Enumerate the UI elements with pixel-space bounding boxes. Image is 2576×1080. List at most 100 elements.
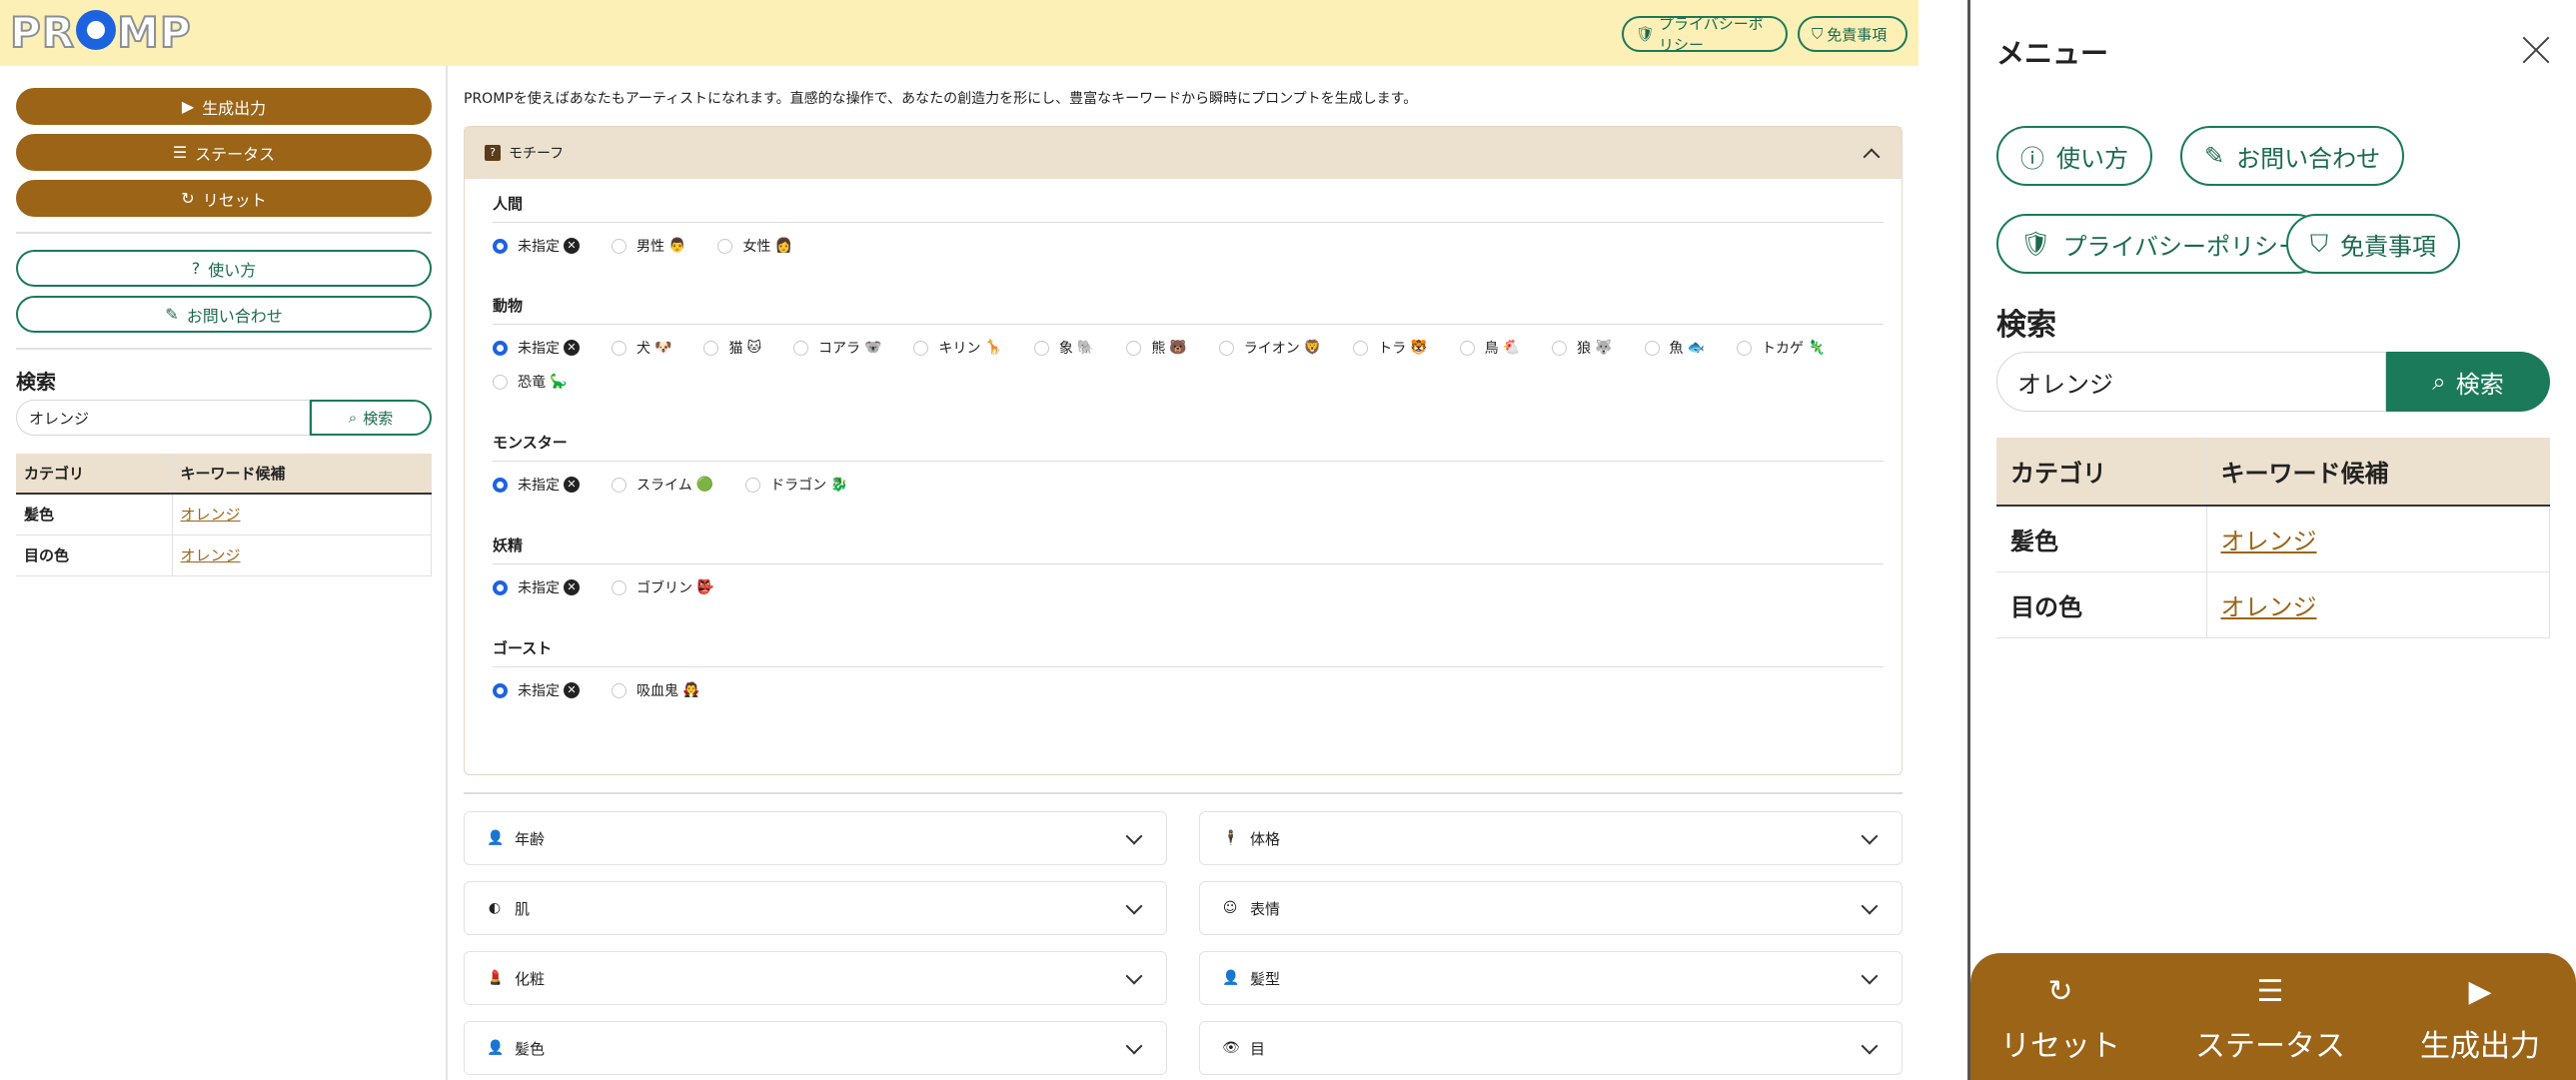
radio-option[interactable]: 猫 🐱 xyxy=(703,337,761,359)
option-label: 未指定 xyxy=(518,580,560,596)
radio-option[interactable]: 犬 🐶 xyxy=(612,337,671,359)
logo[interactable]: PR MP xyxy=(9,7,192,58)
search-input[interactable]: オレンジ xyxy=(16,400,310,436)
radio-option[interactable]: ドラゴン 🐉 xyxy=(745,474,848,496)
radio-button[interactable] xyxy=(493,682,508,698)
radio-option[interactable]: スライム 🟢 xyxy=(612,474,713,496)
radio-option[interactable]: 未指定 ✕ xyxy=(493,474,580,496)
radio-option[interactable]: 未指定 ✕ xyxy=(493,679,580,701)
chevron-down-icon xyxy=(1861,827,1879,845)
radio-button[interactable] xyxy=(745,477,761,493)
keyword-link[interactable]: オレンジ xyxy=(2221,593,2317,621)
generate-button[interactable]: ▶ 生成出力 xyxy=(16,88,432,125)
radio-option[interactable]: 吸血鬼 🧛 xyxy=(612,679,699,701)
group-title: ゴースト xyxy=(493,637,1884,667)
radio-option[interactable]: 未指定 ✕ xyxy=(493,235,580,257)
radio-button[interactable] xyxy=(1126,340,1142,356)
howto-button[interactable]: ⓘ 使い方 xyxy=(1996,126,2152,186)
group-title: 動物 xyxy=(493,295,1884,325)
radio-option[interactable]: 鳥 🐔 xyxy=(1459,337,1520,359)
clear-icon: ✕ xyxy=(564,579,580,595)
chevron-up-icon xyxy=(1863,148,1881,166)
radio-option[interactable]: 恐竜 🦕 xyxy=(493,371,567,393)
disclaimer-button[interactable]: ⛉ 免責事項 xyxy=(1798,16,1908,52)
radio-option[interactable]: ライオン 🦁 xyxy=(1218,337,1321,359)
radio-button[interactable] xyxy=(612,682,627,698)
radio-option[interactable]: 未指定 ✕ xyxy=(493,576,580,598)
radio-option[interactable]: 狼 🐺 xyxy=(1552,337,1613,359)
contact-button[interactable]: ✎ お問い合わせ xyxy=(2180,126,2405,186)
option-label: 女性 xyxy=(742,239,771,255)
radio-button[interactable] xyxy=(612,340,627,356)
keyword-link[interactable]: オレンジ xyxy=(2221,528,2317,555)
radio-button[interactable] xyxy=(1353,340,1369,356)
accordion-4[interactable]: ☺ 表情 xyxy=(1199,881,1903,935)
privacy-policy-button[interactable]: 🛡 プライバシーポリシー xyxy=(1622,15,1788,54)
bottom-reset-button[interactable]: ↻ リセット xyxy=(1990,977,2130,1065)
reset-button[interactable]: ↻ リセット xyxy=(16,180,432,217)
radio-button[interactable] xyxy=(1459,340,1475,356)
accordion-3[interactable]: ◐ 肌 xyxy=(464,881,1167,935)
radio-button[interactable] xyxy=(1218,340,1234,356)
search-button[interactable]: ⌕ 検索 xyxy=(310,400,432,436)
howto-button[interactable]: ? 使い方 xyxy=(16,250,432,287)
radio-option[interactable]: トラ 🐯 xyxy=(1353,337,1428,359)
radio-option[interactable]: トカゲ 🦎 xyxy=(1736,337,1825,359)
radio-option[interactable]: コアラ 🐨 xyxy=(793,337,881,359)
category-cell: 目の色 xyxy=(16,535,173,576)
motif-accordion: ? モチーフ 人間 未指定 ✕ 男性 👨 女性 👩 動物 未指定 ✕ 犬 🐶 猫 🐱 コアラ 🐨 キリン 🦒 象 🐘 熊… xyxy=(464,126,1903,775)
radio-option[interactable]: 男性 👨 xyxy=(612,235,685,257)
radio-button[interactable] xyxy=(493,579,508,595)
radio-button[interactable] xyxy=(612,238,627,254)
radio-option[interactable]: 象 🐘 xyxy=(1033,337,1094,359)
status-button[interactable]: ☰ ステータス xyxy=(16,134,432,171)
search-title: 検索 xyxy=(16,370,56,394)
contact-button[interactable]: ✎ お問い合わせ xyxy=(16,296,432,333)
radio-option[interactable]: 未指定 ✕ xyxy=(493,337,580,359)
accordion-6[interactable]: 👤 髪型 xyxy=(1199,951,1903,1005)
option-label: トラ xyxy=(1378,341,1407,357)
accordion-label: 体格 xyxy=(1250,829,1281,848)
accordion-5[interactable]: 💄 化粧 xyxy=(464,951,1167,1005)
radio-button[interactable] xyxy=(913,340,929,356)
radio-button[interactable] xyxy=(493,477,508,493)
radio-button[interactable] xyxy=(493,374,508,390)
table-header: キーワード候補 xyxy=(2206,438,2550,507)
disclaimer-button[interactable]: ⛉ 免責事項 xyxy=(2286,214,2460,274)
radio-option[interactable]: 熊 🐻 xyxy=(1126,337,1187,359)
radio-option[interactable]: キリン 🦒 xyxy=(913,337,1002,359)
option-emoji-icon: 🐨 xyxy=(864,340,882,356)
radio-button[interactable] xyxy=(1736,340,1752,356)
divider xyxy=(16,232,432,234)
accordion-2[interactable]: 🕴 体格 xyxy=(1199,811,1903,865)
accordion-8[interactable]: 👁 目 xyxy=(1199,1021,1903,1075)
bottom-generate-button[interactable]: ▶ 生成出力 xyxy=(2404,977,2556,1065)
bottom-status-button[interactable]: ☰ ステータス xyxy=(2180,977,2360,1065)
radio-button[interactable] xyxy=(1033,340,1049,356)
radio-option[interactable]: 魚 🐟 xyxy=(1644,337,1705,359)
radio-button[interactable] xyxy=(1552,340,1568,356)
accordion-1[interactable]: 👤 年齢 xyxy=(464,811,1167,865)
radio-button[interactable] xyxy=(793,340,809,356)
search-button[interactable]: ⌕ 検索 xyxy=(2386,352,2550,412)
table-row: 髪色 オレンジ xyxy=(1996,506,2550,572)
intro-text: PROMPを使えばあなたもアーティストになれます。直感的な操作で、あなたの創造力… xyxy=(464,91,1418,107)
keyword-link[interactable]: オレンジ xyxy=(181,546,241,564)
option-label: 男性 xyxy=(637,239,664,255)
keyword-link[interactable]: オレンジ xyxy=(181,506,241,524)
motif-accordion-header[interactable]: ? モチーフ xyxy=(465,127,1902,179)
accordion-7[interactable]: 👤 髪色 xyxy=(464,1021,1167,1075)
privacy-policy-button[interactable]: 🛡 プライバシーポリシー xyxy=(1996,214,2326,274)
radio-button[interactable] xyxy=(1644,340,1660,356)
hairstyle-icon: 👤 xyxy=(1222,970,1240,986)
radio-button[interactable] xyxy=(493,340,508,356)
radio-option[interactable]: 女性 👩 xyxy=(717,235,792,257)
radio-button[interactable] xyxy=(612,477,627,493)
radio-button[interactable] xyxy=(703,340,719,356)
radio-button[interactable] xyxy=(717,238,733,254)
close-icon[interactable] xyxy=(2518,32,2554,68)
radio-button[interactable] xyxy=(612,579,627,595)
radio-option[interactable]: ゴブリン 👺 xyxy=(612,576,713,598)
radio-button[interactable] xyxy=(493,238,508,254)
search-input[interactable]: オレンジ xyxy=(1996,352,2386,412)
